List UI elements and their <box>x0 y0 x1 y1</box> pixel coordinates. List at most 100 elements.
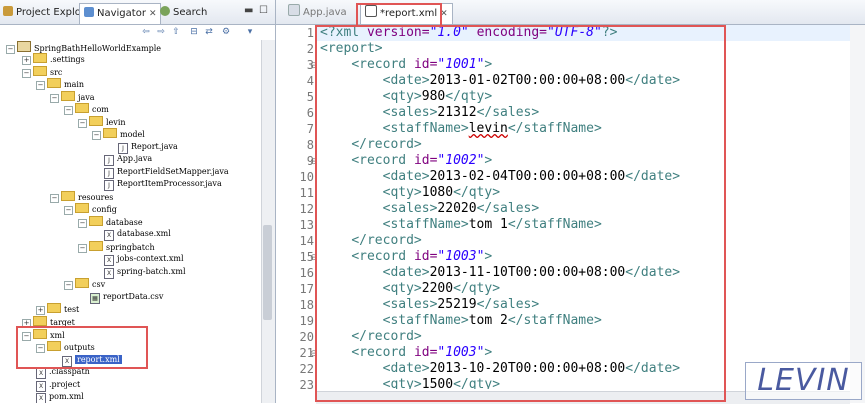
line-number: 10 <box>299 170 314 184</box>
line-number: 8 <box>306 138 314 152</box>
tree-item[interactable]: Xjobs-context.xml <box>104 253 184 266</box>
collapse-icon[interactable]: − <box>36 81 45 90</box>
tree-item[interactable]: − springbatch <box>78 241 155 253</box>
line-number: 16 <box>299 266 314 280</box>
java-file-icon: J <box>104 155 114 166</box>
tree-item[interactable]: − database <box>78 216 143 228</box>
folder-icon <box>33 316 47 326</box>
xml-file-icon: X <box>104 268 114 279</box>
tree-item[interactable]: − java <box>50 91 95 103</box>
folder-icon <box>47 78 61 88</box>
collapse-icon[interactable]: − <box>78 219 87 228</box>
tree-item[interactable]: − model <box>92 128 145 140</box>
collapse-icon[interactable]: − <box>22 69 31 78</box>
editor-vertical-scrollbar[interactable] <box>850 25 865 403</box>
collapse-icon[interactable]: − <box>64 281 73 290</box>
folder-icon <box>75 103 89 113</box>
line-number: 20 <box>299 330 314 344</box>
csv-file-icon: ▦ <box>90 293 100 304</box>
xml-file-icon: X <box>36 368 46 379</box>
collapse-icon[interactable]: − <box>92 131 101 140</box>
view-menu-icon[interactable]: ▾ <box>244 27 256 38</box>
expand-icon[interactable]: + <box>22 56 31 65</box>
collapse-icon[interactable]: − <box>78 119 87 128</box>
minimize-icon[interactable]: ▬ <box>244 5 253 16</box>
tree-item[interactable]: − levin <box>78 116 126 128</box>
line-number: 23 <box>299 378 314 392</box>
line-number: 18 <box>299 298 314 312</box>
back-icon[interactable]: ⇦ <box>140 27 152 38</box>
up-icon[interactable]: ⇧ <box>170 27 182 38</box>
tree-item[interactable]: − config <box>64 203 117 215</box>
line-number: 11 <box>299 186 314 200</box>
line-number: 5 <box>306 90 314 104</box>
line-number: 4 <box>306 74 314 88</box>
tree-item[interactable]: − resoures <box>50 191 113 203</box>
line-number: 17 <box>299 282 314 296</box>
tree-item[interactable]: ▦ reportData.csv <box>90 291 163 304</box>
tree-item[interactable]: + test <box>36 303 79 315</box>
java-file-icon: J <box>104 180 114 191</box>
link-with-editor-icon[interactable]: ⇄ <box>203 27 215 38</box>
tree-item[interactable]: − main <box>36 78 84 90</box>
tree-scrollbar[interactable] <box>261 40 275 403</box>
line-number: 3 <box>306 58 314 72</box>
line-number: 15 <box>299 250 314 264</box>
xml-file-icon: X <box>36 393 46 403</box>
line-number: 9 <box>306 154 314 168</box>
tree-item[interactable]: + .settings <box>22 53 85 65</box>
line-number: 13 <box>299 218 314 232</box>
line-number: 22 <box>299 362 314 376</box>
folder-icon <box>75 278 89 288</box>
tree-item[interactable]: Xpom.xml <box>36 391 84 403</box>
tree-item[interactable]: J Report.java <box>118 141 178 154</box>
left-tab-bar: Project Explorer Navigator ✕ Search ▬ ☐ <box>0 0 275 25</box>
tree-item[interactable]: X .project <box>36 379 80 392</box>
close-icon[interactable]: ✕ <box>149 9 157 19</box>
highlight-box-editor <box>315 25 726 402</box>
project-explorer-icon <box>3 6 13 16</box>
forward-icon[interactable]: ⇨ <box>155 27 167 38</box>
folder-icon <box>75 203 89 213</box>
project-icon <box>17 41 31 52</box>
tree-item[interactable]: Xdatabase.xml <box>104 228 171 241</box>
navigator-toolbar: ⇦ ⇨ ⇧ ⊟ ⇄ ⚙ ▾ <box>0 25 275 40</box>
line-number-gutter: 1 2 3 4 5 6 7 8 9 10 11 12 13 14 15 16 1… <box>276 25 318 403</box>
tree-item[interactable]: − csv <box>64 278 105 290</box>
watermark-text: LEVIN <box>757 363 850 398</box>
line-number: 21 <box>299 346 314 360</box>
collapse-icon[interactable]: − <box>64 206 73 215</box>
tree-item[interactable]: Xspring-batch.xml <box>104 266 186 279</box>
line-number: 7 <box>306 122 314 136</box>
tree-item[interactable]: − SpringBathHelloWorldExample <box>6 41 161 54</box>
line-number: 19 <box>299 314 314 328</box>
levin-watermark: LEVIN <box>745 362 862 400</box>
collapse-icon[interactable]: − <box>78 244 87 253</box>
highlight-box-report-tab <box>356 3 442 27</box>
tree-item[interactable]: − src <box>22 66 62 78</box>
collapse-all-icon[interactable]: ⊟ <box>188 27 200 38</box>
expand-icon[interactable]: + <box>36 306 45 315</box>
tree-scrollbar-thumb[interactable] <box>263 225 272 320</box>
tab-search[interactable]: Search <box>160 3 207 23</box>
tab-app-java[interactable]: App.java <box>288 3 347 23</box>
tree-item[interactable]: J ReportItemProcessor.java <box>104 178 222 191</box>
line-number: 12 <box>299 202 314 216</box>
tab-navigator[interactable]: Navigator ✕ <box>79 3 162 24</box>
tree-item[interactable]: J ReportFieldSetMapper.java <box>104 166 229 179</box>
folder-icon <box>89 216 103 226</box>
java-file-icon <box>288 4 300 16</box>
collapse-icon[interactable]: − <box>6 45 15 54</box>
maximize-icon[interactable]: ☐ <box>259 5 268 16</box>
collapse-icon[interactable]: − <box>50 94 59 103</box>
folder-icon <box>33 66 47 76</box>
filter-icon[interactable]: ⚙ <box>220 27 232 38</box>
folder-icon <box>47 303 61 313</box>
tree-item[interactable]: J App.java <box>104 153 152 166</box>
tree-item[interactable]: − com <box>64 103 109 115</box>
line-number: 6 <box>306 106 314 120</box>
navigator-icon <box>84 7 94 17</box>
folder-icon <box>61 91 75 101</box>
collapse-icon[interactable]: − <box>64 106 73 115</box>
collapse-icon[interactable]: − <box>50 194 59 203</box>
